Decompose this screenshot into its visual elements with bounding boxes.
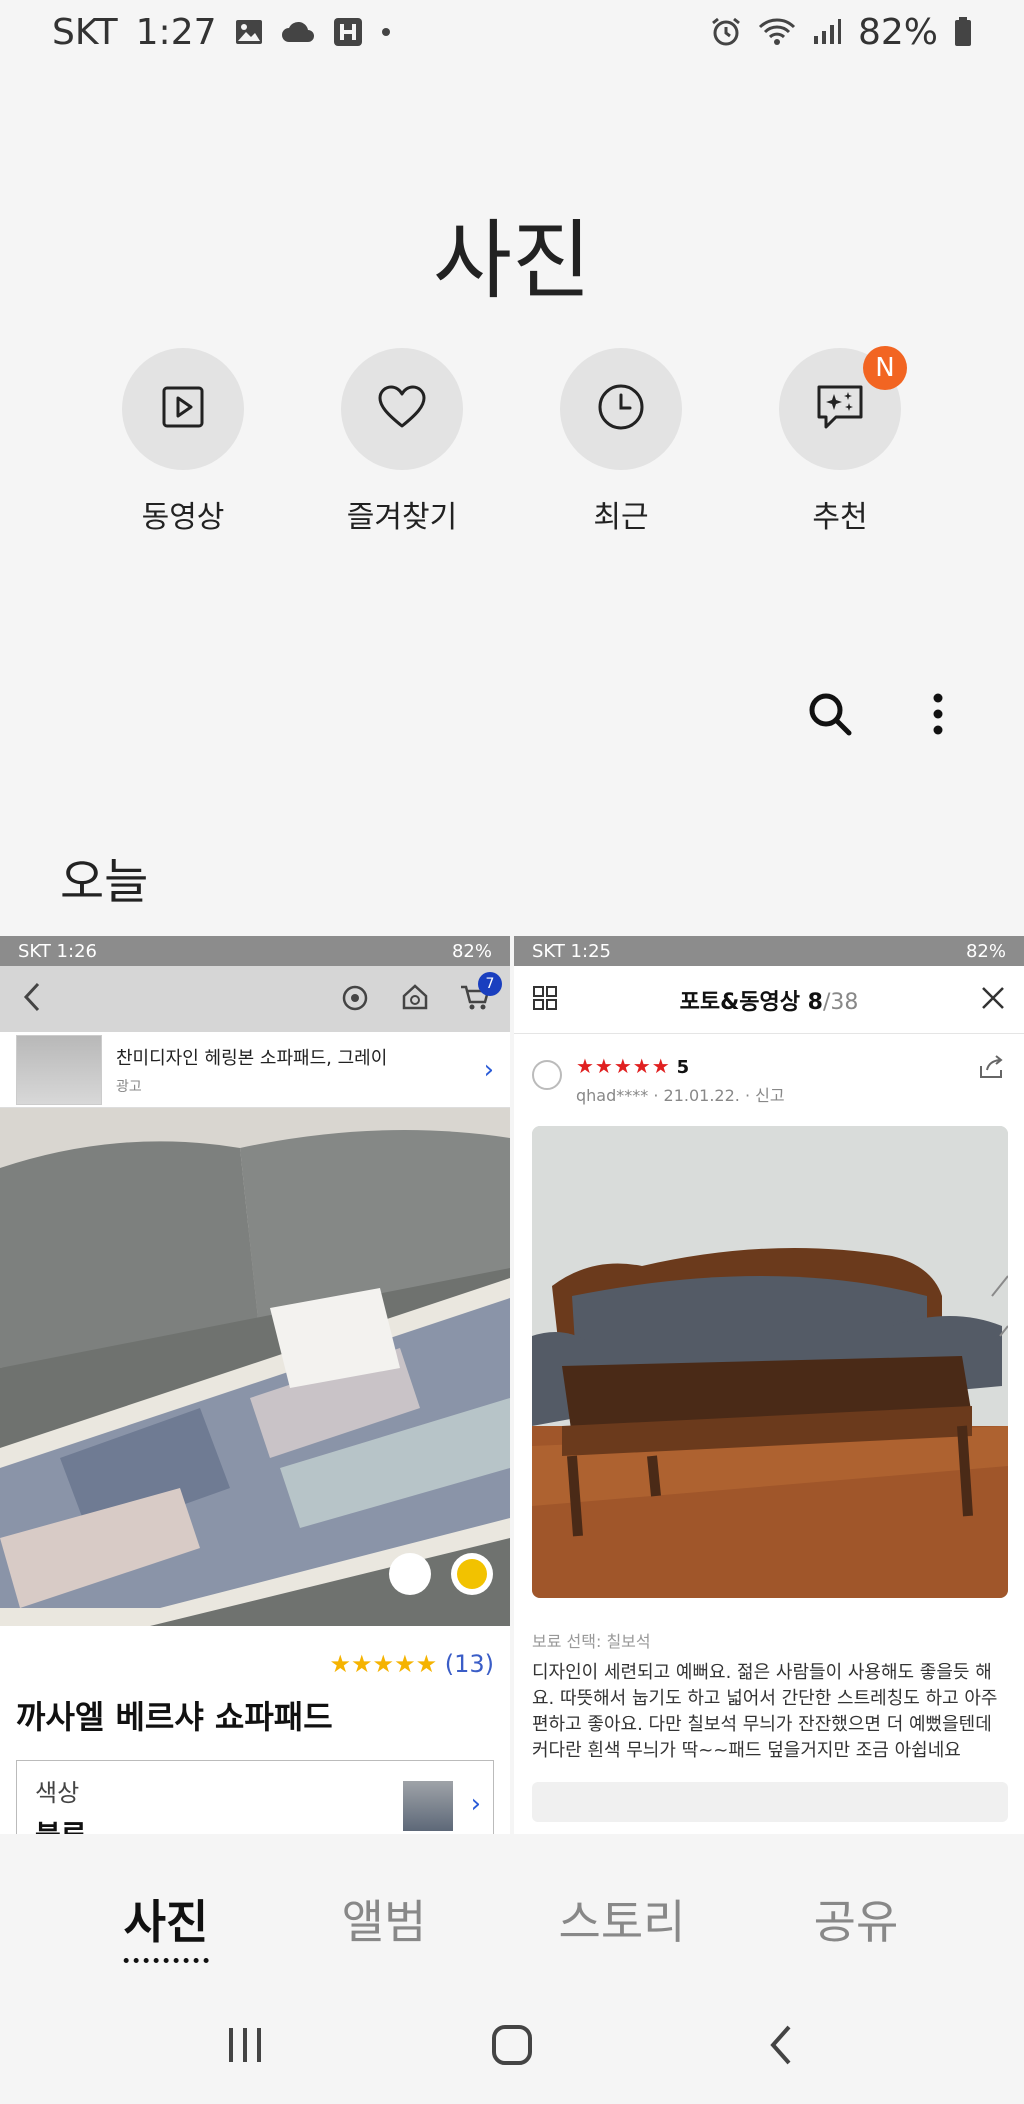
tab-stories[interactable]: 스토리 [559, 1886, 686, 1952]
tab-albums-label: 앨범 [341, 1895, 427, 1949]
ad-banner: 찬미디자인 헤링본 소파패드, 그레이 광고 › [0, 1032, 510, 1108]
color-option: 색상 블루 › [16, 1760, 494, 1834]
status-bar: SKT 1:27 82% [0, 0, 1024, 64]
recent-apps-icon [225, 2026, 265, 2068]
ad-title: 찬미디자인 헤링본 소파패드, 그레이 [116, 1047, 388, 1069]
review-viewer-title: 포토&동영상 8/38 [679, 989, 859, 1015]
video-icon [160, 384, 206, 434]
chevron-right-icon: › [470, 1789, 481, 1819]
home-icon [490, 2023, 534, 2071]
review-option: 보료 선택: 칠보석 [532, 1632, 651, 1651]
recent-label: 최근 [593, 500, 649, 535]
clock: 1:27 [135, 11, 217, 53]
videos-button[interactable]: 동영상 [103, 348, 263, 536]
rating-count: (13) [444, 1650, 494, 1678]
back-button[interactable] [755, 2022, 805, 2072]
review-reply [532, 1782, 1008, 1822]
thumb-status-battery: 82% [451, 940, 492, 962]
system-nav-bar [0, 1986, 1024, 2104]
favorites-label: 즐겨찾기 [346, 500, 458, 535]
photo-grid: SKT 1:26 82% 7 찬미디자인 헤링본 소파패드, 그레이 광고 › … [0, 936, 1024, 1834]
sparkle-chat-icon [814, 382, 866, 436]
more-vertical-icon [932, 693, 944, 739]
alarm-icon [710, 16, 742, 48]
suggestions-button[interactable]: N 추천 [760, 346, 920, 536]
coupon-icon [398, 982, 432, 1016]
ad-image [16, 1034, 102, 1105]
thumb-status-time: SKT 1:25 [532, 940, 611, 962]
battery-percent: 82% [857, 11, 938, 53]
option-image [403, 1781, 453, 1831]
tab-pictures-label: 사진 [123, 1895, 209, 1949]
product-rating: ★★★★★ (13) [0, 1626, 510, 1678]
product-name: 까사엘 베르샤 쇼파패드 [16, 1698, 333, 1736]
dot-icon [381, 27, 391, 37]
section-date-header: 오늘 [60, 854, 149, 910]
tab-pictures[interactable]: 사진 [123, 1886, 209, 1963]
chevron-right-icon: › [483, 1054, 494, 1085]
image-icon [235, 19, 263, 45]
thumb-status-bar: SKT 1:26 82% [0, 936, 510, 966]
eye-icon [338, 982, 372, 1016]
photo-thumbnail-2[interactable]: SKT 1:25 82% 포토&동영상 8/38 ★★★★★ 5 qhad****… [514, 936, 1024, 1834]
toolbar [804, 690, 964, 742]
back-icon [765, 2023, 795, 2071]
ad-label: 광고 [116, 1078, 142, 1095]
cart-icon: 7 [458, 972, 502, 1016]
home-button[interactable] [487, 2022, 537, 2072]
thumb-nav-bar: 7 [0, 966, 510, 1032]
recent-apps-button[interactable] [220, 2022, 270, 2072]
tab-albums[interactable]: 앨범 [342, 1886, 427, 1952]
grid-icon [532, 985, 558, 1015]
review-viewer-header: 포토&동영상 8/38 [514, 966, 1024, 1034]
review-body: 디자인이 세련되고 예뻐요. 젊은 사람들이 사용해도 좋을듯 해요. 따뜻해서… [532, 1662, 998, 1761]
thumb-status-bar: SKT 1:25 82% [514, 936, 1024, 966]
search-button[interactable] [804, 690, 856, 742]
clock-icon [596, 382, 646, 436]
h-icon [333, 17, 363, 47]
close-icon [980, 985, 1006, 1015]
rating-stars: ★★★★★ [329, 1650, 438, 1678]
photo-thumbnail-1[interactable]: SKT 1:26 82% 7 찬미디자인 헤링본 소파패드, 그레이 광고 › … [0, 936, 510, 1834]
heart-icon [377, 384, 427, 434]
more-options-button[interactable] [912, 690, 964, 742]
thumb-status-battery: 82% [965, 940, 1006, 962]
signal-icon [812, 18, 842, 46]
thumb-status-time: SKT 1:26 [18, 940, 97, 962]
review-header: ★★★★★ 5 qhad**** · 21.01.22. · 신고 [514, 1034, 1024, 1106]
favorites-button[interactable]: 즐겨찾기 [322, 348, 482, 536]
recent-button[interactable]: 최근 [541, 348, 701, 536]
bottom-tab-bar: 사진 앨범 스토리 공유 [0, 1834, 1024, 1986]
quick-actions: 동영상 즐겨찾기 최근 N 추천 [0, 346, 1024, 538]
avatar [532, 1060, 562, 1090]
tab-sharing-label: 공유 [813, 1895, 899, 1949]
suggestions-label: 추천 [812, 500, 868, 535]
tab-sharing[interactable]: 공유 [814, 1886, 899, 1952]
videos-label: 동영상 [141, 500, 225, 535]
review-photo [532, 1126, 1008, 1598]
new-badge: N [863, 346, 907, 390]
review-stars: ★★★★★ 5 [576, 1054, 691, 1078]
back-chevron-icon [18, 980, 48, 1018]
cart-count-badge: 7 [478, 972, 502, 996]
battery-icon [954, 17, 972, 47]
cloud-icon [281, 21, 315, 43]
product-photo [0, 1108, 510, 1626]
search-icon [807, 691, 853, 741]
review-user: qhad**** · 21.01.22. · 신고 [576, 1086, 785, 1105]
tab-stories-label: 스토리 [558, 1895, 686, 1949]
share-icon [978, 1054, 1006, 1084]
carrier: SKT [52, 11, 118, 53]
wifi-icon [758, 17, 796, 47]
active-tab-indicator [123, 1958, 209, 1963]
page-title: 사진 [432, 211, 592, 311]
